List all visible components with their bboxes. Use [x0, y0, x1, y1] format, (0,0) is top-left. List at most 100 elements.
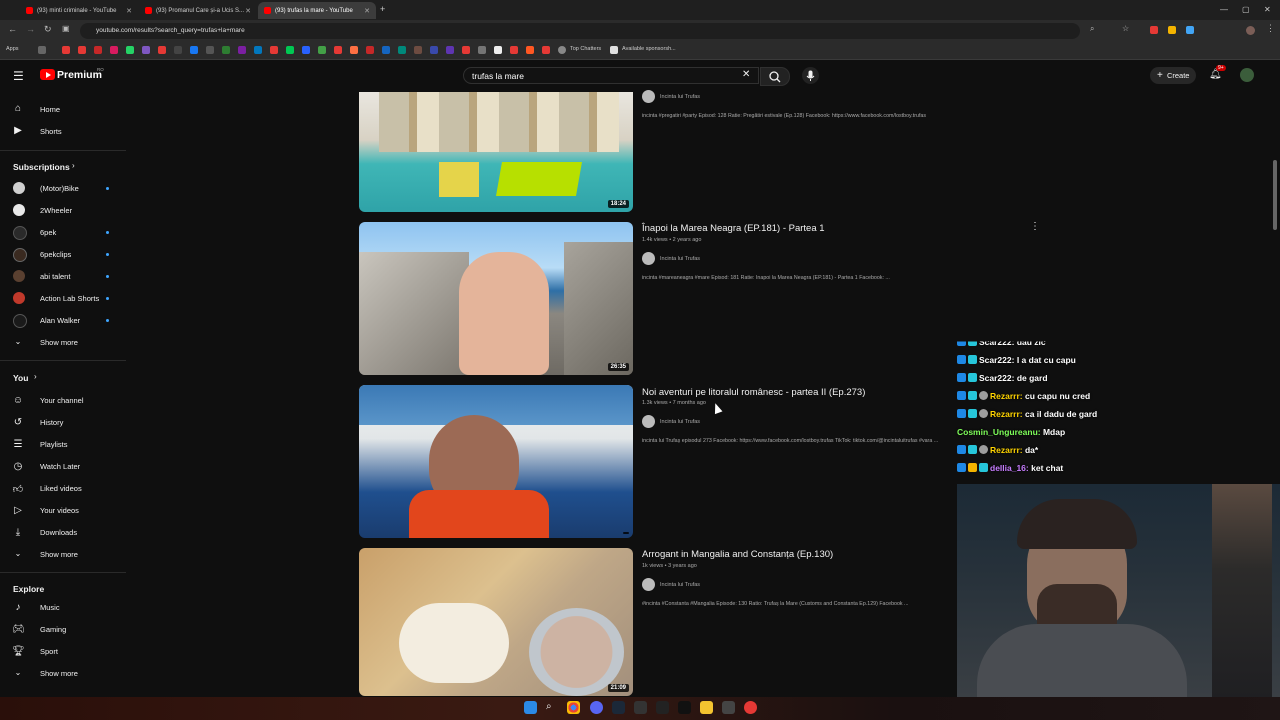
extension-icon[interactable]	[1186, 26, 1194, 34]
sidebar-item-liked-videos[interactable]: Liked videos	[40, 484, 82, 493]
bookmark-icon[interactable]	[446, 46, 454, 54]
channel-name[interactable]: Incinta lui Trufas	[660, 419, 700, 425]
create-button[interactable]: + Create	[1150, 67, 1196, 84]
sidebar-item-home[interactable]: Home	[40, 105, 60, 114]
subscriptions-heading[interactable]: Subscriptions	[13, 162, 70, 172]
maximize-icon[interactable]: ▢	[1242, 5, 1250, 14]
video-title[interactable]: Noi aventuri pe litoralul românesc - par…	[642, 387, 865, 398]
bookmark-icon[interactable]	[254, 46, 262, 54]
forward-icon[interactable]: →	[26, 25, 35, 34]
bookmark-icon[interactable]	[350, 46, 358, 54]
close-tab-icon[interactable]: ✕	[126, 7, 132, 15]
bookmark-icon[interactable]	[430, 46, 438, 54]
youtube-logo-icon[interactable]	[40, 69, 55, 80]
available-sponsorship-bookmark[interactable]: Available sponsorsh...	[622, 46, 676, 52]
page-scrollbar[interactable]	[1273, 160, 1277, 230]
sidebar-item-your-videos[interactable]: Your videos	[40, 506, 79, 515]
browser-tab[interactable]: (93) Promanul Care și-a Ucis S... ✕	[139, 2, 257, 19]
bookmark-icon[interactable]	[366, 46, 374, 54]
premium-logo-text[interactable]: Premium	[57, 69, 102, 81]
channel-avatar[interactable]	[642, 252, 655, 265]
show-more-subscriptions[interactable]: Show more	[40, 338, 78, 347]
notifications-bell-icon[interactable]: 🔔︎	[1209, 70, 1222, 80]
sidebar-sub-motorbike[interactable]: (Motor)Bike	[40, 184, 79, 193]
zoom-icon[interactable]: ⌕	[1090, 25, 1094, 33]
channel-avatar[interactable]	[642, 578, 655, 591]
bookmark-icon[interactable]	[126, 46, 134, 54]
channel-avatar[interactable]	[642, 415, 655, 428]
bookmark-icon[interactable]	[510, 46, 518, 54]
bookmark-icon[interactable]	[158, 46, 166, 54]
sidebar-sub-abi-talent[interactable]: abi talent	[40, 272, 70, 281]
bookmark-icon[interactable]	[190, 46, 198, 54]
taskbar-search-icon[interactable]: ⌕	[546, 702, 552, 712]
video-title[interactable]: Arrogant in Mangalia and Constanța (Ep.1…	[642, 549, 833, 560]
extension-icon[interactable]	[1150, 26, 1158, 34]
windows-start-icon[interactable]	[524, 701, 537, 714]
video-thumbnail[interactable]: 21:09	[359, 548, 633, 696]
bookmark-icon[interactable]	[78, 46, 86, 54]
bookmark-icon[interactable]	[558, 46, 566, 54]
bookmark-icon[interactable]	[382, 46, 390, 54]
bookmark-icon[interactable]	[206, 46, 214, 54]
sidebar-item-downloads[interactable]: Downloads	[40, 528, 77, 537]
file-explorer-icon[interactable]	[700, 701, 713, 714]
show-more-you[interactable]: Show more	[40, 550, 78, 559]
settings-icon[interactable]	[722, 701, 735, 714]
close-window-icon[interactable]: ✕	[1264, 5, 1271, 14]
search-button[interactable]	[760, 67, 790, 86]
sidebar-sub-6pek[interactable]: 6pek	[40, 228, 56, 237]
voice-search-button[interactable]	[802, 67, 819, 84]
bookmark-icon[interactable]	[526, 46, 534, 54]
close-tab-icon[interactable]: ✕	[245, 7, 251, 15]
extension-icon[interactable]	[1168, 26, 1176, 34]
video-thumbnail[interactable]: 18:24	[359, 92, 633, 212]
sidebar-item-gaming[interactable]: Gaming	[40, 625, 66, 634]
bookmark-star-icon[interactable]: ☆	[1122, 25, 1129, 33]
apps-bookmark[interactable]: Apps	[6, 46, 19, 52]
back-icon[interactable]: ←	[8, 25, 17, 34]
side-panel-icon[interactable]: ▣	[62, 25, 70, 33]
sidebar-sub-alan-walker[interactable]: Alan Walker	[40, 316, 80, 325]
reload-icon[interactable]: ↻	[44, 25, 52, 34]
more-actions-icon[interactable]: ⋮	[1030, 222, 1040, 232]
bookmark-icon[interactable]	[610, 46, 618, 54]
taskbar-app-icon[interactable]	[634, 701, 647, 714]
bookmark-icon[interactable]	[462, 46, 470, 54]
video-title[interactable]: Înapoi la Marea Neagra (EP.181) - Partea…	[642, 223, 825, 234]
sidebar-sub-action-lab-shorts[interactable]: Action Lab Shorts	[40, 294, 99, 303]
account-avatar[interactable]	[1240, 68, 1254, 82]
bookmark-icon[interactable]	[414, 46, 422, 54]
bookmark-icon[interactable]	[62, 46, 70, 54]
bookmark-icon[interactable]	[142, 46, 150, 54]
sidebar-item-history[interactable]: History	[40, 418, 63, 427]
bookmark-icon[interactable]	[334, 46, 342, 54]
search-input[interactable]: trufas la mare	[463, 67, 759, 84]
url-field[interactable]: youtube.com/results?search_query=trufas+…	[80, 23, 1080, 39]
hamburger-menu-icon[interactable]: ☰	[13, 70, 24, 82]
video-thumbnail[interactable]	[359, 385, 633, 538]
sidebar-item-sport[interactable]: Sport	[40, 647, 58, 656]
channel-name[interactable]: Incinta lui Trufas	[660, 256, 700, 262]
bookmark-icon[interactable]	[174, 46, 182, 54]
bookmark-icon[interactable]	[398, 46, 406, 54]
sidebar-item-watch-later[interactable]: Watch Later	[40, 462, 80, 471]
video-thumbnail[interactable]: 26:35	[359, 222, 633, 375]
browser-tab[interactable]: (93) minti criminale - YouTube ✕	[20, 2, 138, 19]
chrome-icon[interactable]	[567, 701, 580, 714]
bookmark-icon[interactable]	[494, 46, 502, 54]
minimize-icon[interactable]: —	[1220, 5, 1228, 14]
sidebar-sub-6pekclips[interactable]: 6pekclips	[40, 250, 71, 259]
profile-avatar[interactable]	[1246, 26, 1255, 35]
you-heading[interactable]: You	[13, 373, 28, 383]
sidebar-sub-2wheeler[interactable]: 2Wheeler	[40, 206, 72, 215]
bookmark-icon[interactable]	[222, 46, 230, 54]
close-tab-icon[interactable]: ✕	[364, 7, 370, 15]
bookmark-icon[interactable]	[110, 46, 118, 54]
obs-icon[interactable]	[744, 701, 757, 714]
bookmark-icon[interactable]	[318, 46, 326, 54]
channel-name[interactable]: Incinta lui Trufas	[660, 582, 700, 588]
browser-tab-active[interactable]: (93) trufas la mare - YouTube ✕	[258, 2, 376, 19]
bookmark-icon[interactable]	[38, 46, 46, 54]
bookmark-icon[interactable]	[542, 46, 550, 54]
